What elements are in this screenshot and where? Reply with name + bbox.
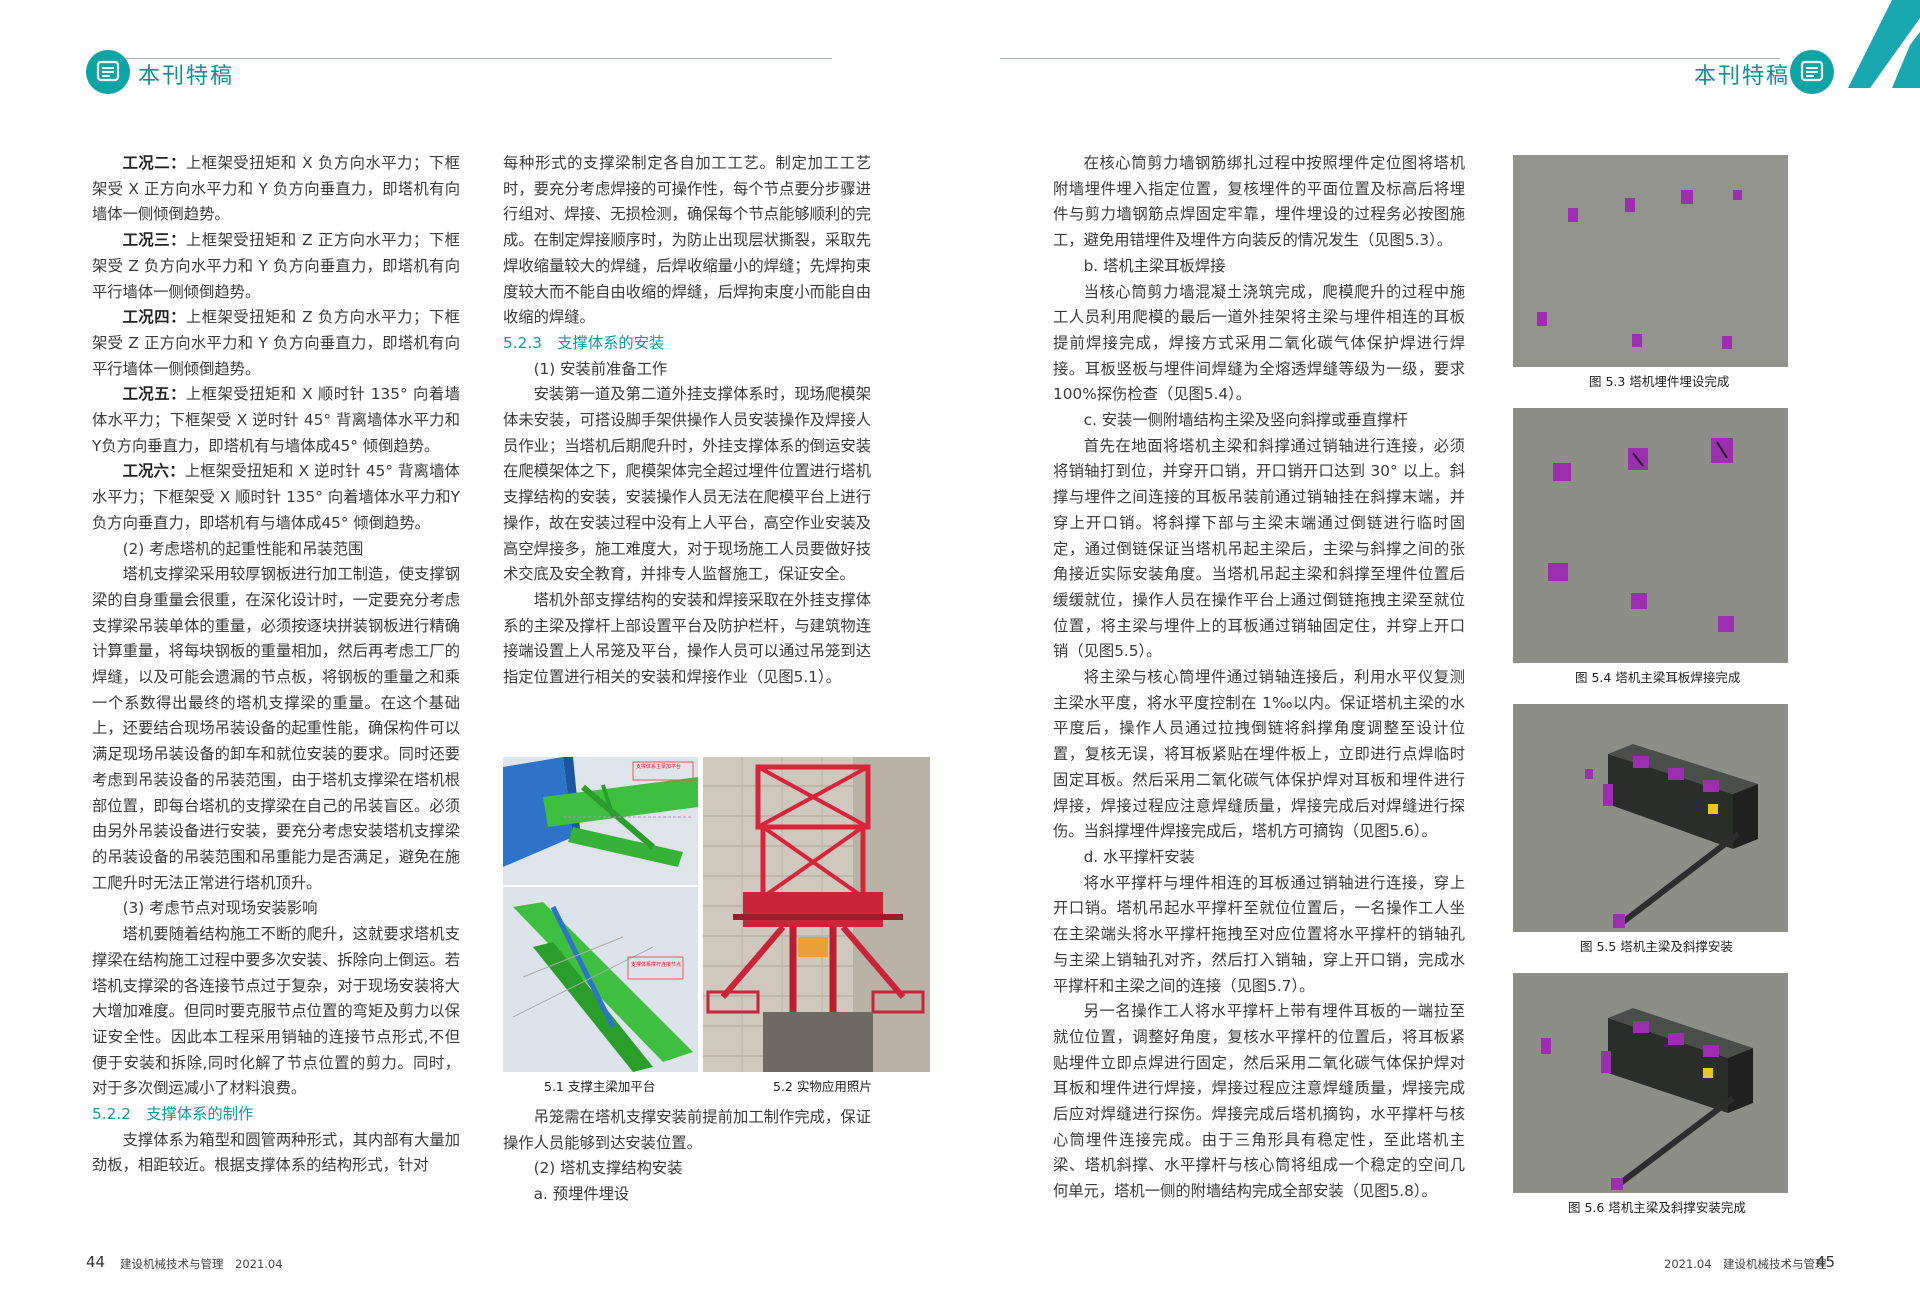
figure-5-2-caption: 5.2 实物应用照片	[773, 1079, 872, 1094]
figure-5-5-photo	[1513, 704, 1788, 932]
section-heading-5-2-3: 5.2.3 支撑体系的安装	[503, 333, 665, 352]
text-column-1: 工况二：上框架受扭矩和 X 负方向水平力；下框架受 X 正方向水平力和 Y 负方…	[92, 151, 460, 1179]
paragraph: 吊笼需在塔机支撑安装前提前加工制作完成，保证操作人员能够到达安装位置。	[503, 1108, 871, 1152]
figure-5-6-caption: 图 5.6 塔机主梁及斜撑安装完成	[1568, 1200, 1746, 1215]
section-title-right: 本刊特稿	[1694, 64, 1791, 89]
paragraph: 支撑体系为箱型和圆管两种形式，其内部有大量加劲板，相距较近。根据支撑体系的结构形…	[92, 1130, 460, 1175]
figure-annotation: 支撑体系主梁加平台	[636, 764, 682, 770]
book-icon	[1790, 50, 1834, 94]
paragraph: (2) 考虑塔机的起重性能和吊装范围	[122, 539, 364, 558]
paragraph: c. 安装一侧附墙结构主梁及竖向斜撑或垂直撑杆	[1083, 411, 1408, 430]
paragraph: 工况三：上框架受扭矩和 Z 正方向水平力；下框架受 Z 负方向水平力和 Y 负方…	[92, 231, 460, 301]
figure-5-2-photo	[703, 757, 930, 1072]
journal-footer-right: 2021.04 建设机械技术与管理	[1664, 1257, 1827, 1271]
book-icon	[86, 50, 130, 94]
text-column-2-bottom: 吊笼需在塔机支撑安装前提前加工制作完成，保证操作人员能够到达安装位置。 (2) …	[503, 1105, 871, 1208]
paragraph: 塔机要随着结构施工不断的爬升，这就要求塔机支撑梁在结构施工过程中要多次安装、拆除…	[92, 925, 460, 1098]
header-rule-right	[1000, 58, 1780, 59]
figure-annotation: 支撑体系撑杆连接节点	[631, 962, 682, 968]
paragraph: 工况五：上框架受扭矩和 X 顺时针 135° 向着墙体水平力；下框架受 X 逆时…	[92, 385, 460, 455]
figure-5-3-caption: 图 5.3 塔机埋件埋设完成	[1589, 374, 1730, 389]
paragraph: 当核心筒剪力墙混凝土浇筑完成，爬模爬升的过程中施工人员利用爬模的最后一道外挂架将…	[1053, 282, 1465, 404]
paragraph: d. 水平撑杆安装	[1083, 847, 1195, 866]
paragraph: b. 塔机主梁耳板焊接	[1083, 256, 1226, 275]
paragraph: 另一名操作工人将水平撑杆上带有埋件耳板的一端拉至就位位置，调整好角度，复核水平撑…	[1053, 1002, 1465, 1201]
journal-footer-left: 建设机械技术与管理 2021.04	[120, 1257, 283, 1271]
paragraph: 将水平撑杆与埋件相连的耳板通过销轴进行连接，穿上开口销。塔机吊起水平撑杆至就位位…	[1053, 873, 1465, 995]
paragraph: a. 预埋件埋设	[533, 1185, 630, 1204]
paragraph: 安装第一道及第二道外挂支撑体系时，现场爬模架体未安装，可搭设脚手架供操作人员安装…	[503, 385, 871, 584]
paragraph: 工况六：上框架受扭矩和 X 逆时针 45° 背离墙体水平力；下框架受 X 顺时针…	[92, 462, 460, 532]
paragraph: 工况二：上框架受扭矩和 X 负方向水平力；下框架受 X 正方向水平力和 Y 负方…	[92, 154, 460, 224]
figure-5-6-photo	[1513, 973, 1788, 1193]
figure-5-1-model-top: 支撑体系主梁加平台	[503, 757, 698, 885]
paragraph: 在核心筒剪力墙钢筋绑扎过程中按照埋件定位图将塔机附墙埋件埋入指定位置，复核埋件的…	[1053, 154, 1465, 250]
paragraph: 每种形式的支撑梁制定各自加工工艺。制定加工工艺时，要充分考虑焊接的可操作性，每个…	[503, 154, 871, 327]
paragraph: (3) 考虑节点对现场安装影响	[122, 899, 318, 918]
figure-5-1-caption: 5.1 支撑主梁加平台	[544, 1079, 656, 1094]
paragraph: 将主梁与核心筒埋件通过销轴连接后，利用水平仪复测主梁水平度，将水平度控制在 1‰…	[1053, 668, 1465, 841]
text-column-3: 在核心筒剪力墙钢筋绑扎过程中按照埋件定位图将塔机附墙埋件埋入指定位置，复核埋件的…	[1053, 151, 1465, 1205]
page-number-right: 45	[1816, 1253, 1836, 1271]
text-column-2: 每种形式的支撑梁制定各自加工工艺。制定加工工艺时，要充分考虑焊接的可操作性，每个…	[503, 151, 871, 691]
page-number-left: 44	[86, 1253, 106, 1271]
figure-5-4-caption: 图 5.4 塔机主梁耳板焊接完成	[1575, 670, 1741, 685]
figure-5-5-caption: 图 5.5 塔机主梁及斜撑安装	[1580, 939, 1733, 954]
figure-5-3-photo	[1513, 155, 1788, 367]
paragraph: 塔机支撑梁采用较厚钢板进行加工制造，使支撑钢梁的自身重量会很重，在深化设计时，一…	[92, 565, 460, 892]
paragraph: (2) 塔机支撑结构安装	[533, 1159, 683, 1178]
corner-stripes	[1848, 0, 1920, 88]
paragraph: 首先在地面将塔机主梁和斜撑通过销轴进行连接，必须将销轴打到位，并穿开口销，开口销…	[1053, 436, 1465, 661]
figure-5-1-model-bottom: 支撑体系撑杆连接节点	[503, 887, 698, 1072]
section-heading-5-2-2: 5.2.2 支撑体系的制作	[92, 1105, 254, 1124]
paragraph: 工况四：上框架受扭矩和 Z 负方向水平力；下框架受 Z 正方向水平力和 Y 负方…	[92, 308, 460, 378]
paragraph: 塔机外部支撑结构的安装和焊接采取在外挂支撑体系的主梁及撑杆上部设置平台及防护栏杆…	[503, 590, 871, 687]
paragraph: (1) 安装前准备工作	[533, 359, 668, 378]
section-title-left: 本刊特稿	[138, 64, 235, 89]
figure-5-4-photo	[1513, 408, 1788, 663]
